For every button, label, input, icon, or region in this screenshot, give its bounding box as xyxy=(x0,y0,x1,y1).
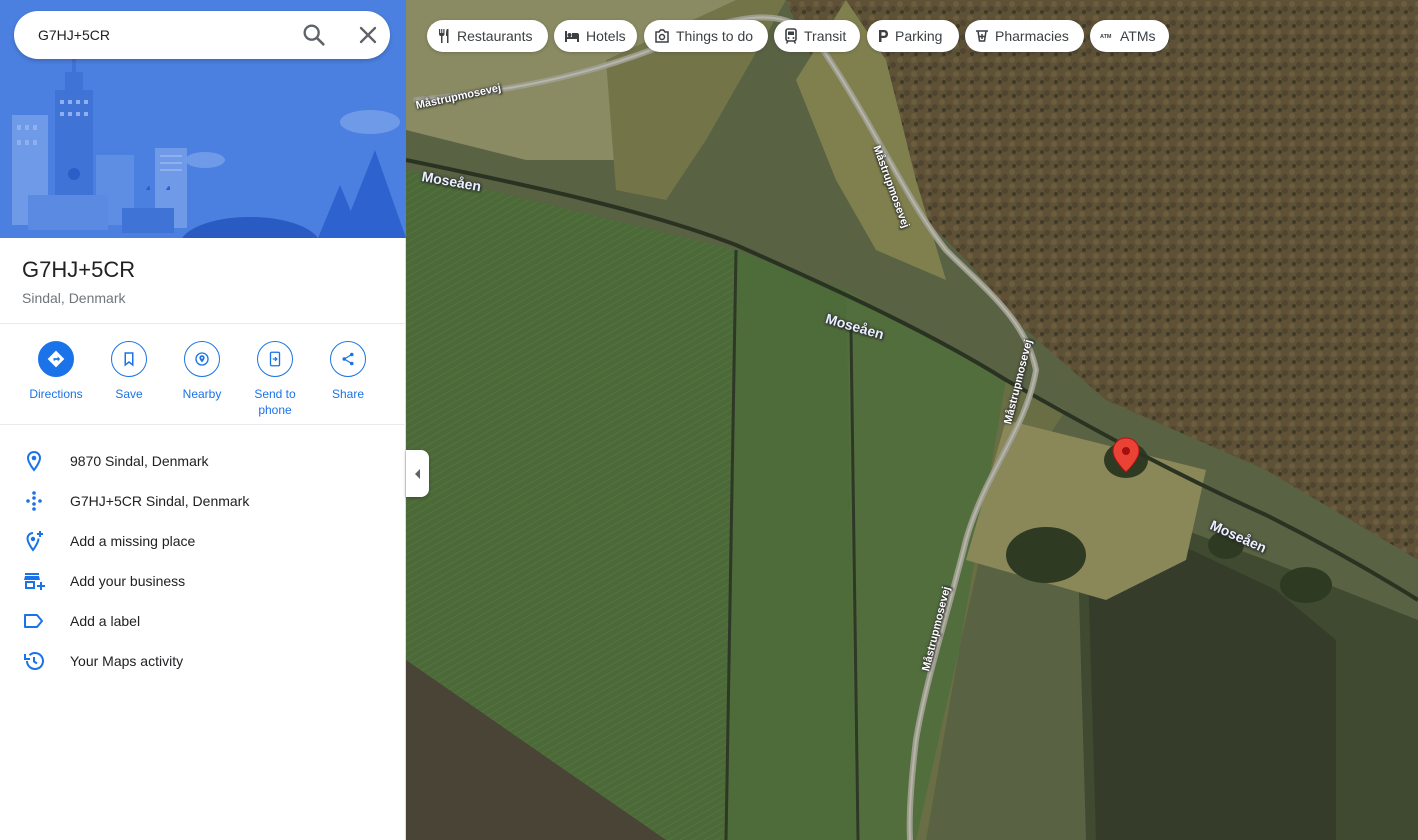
plus-code-text: G7HJ+5CR Sindal, Denmark xyxy=(70,493,250,509)
add-label-text: Add a label xyxy=(70,613,141,629)
satellite-map[interactable]: Måstrupmosevej Måstrupmosevej Måstrupmos… xyxy=(406,0,1418,840)
share-icon xyxy=(342,352,354,366)
share-button[interactable]: Share xyxy=(316,340,380,402)
chip-label: ATMs xyxy=(1120,28,1156,44)
label-icon xyxy=(24,614,43,628)
nearby-label: Nearby xyxy=(182,387,222,401)
directions-button[interactable]: Directions xyxy=(24,340,88,402)
add-missing-place-row[interactable]: Add a missing place xyxy=(0,521,406,561)
place-subtitle: Sindal, Denmark xyxy=(22,290,126,306)
camera-icon xyxy=(655,29,669,43)
satellite-imagery xyxy=(406,0,1418,840)
svg-text:ATM: ATM xyxy=(1100,34,1112,40)
pharmacy-icon xyxy=(976,30,988,42)
add-business-icon xyxy=(24,573,45,590)
save-button[interactable]: Save xyxy=(97,340,161,402)
chip-atms[interactable]: ATM ATMs xyxy=(1090,20,1169,52)
chip-hotels[interactable]: Hotels xyxy=(554,20,637,52)
place-title: G7HJ+5CR xyxy=(22,257,136,282)
maps-activity-text: Your Maps activity xyxy=(70,653,184,669)
divider xyxy=(0,323,406,324)
chip-label: Parking xyxy=(895,28,943,44)
chip-label: Hotels xyxy=(586,28,626,44)
chip-transit[interactable]: Transit xyxy=(774,20,860,52)
transit-icon xyxy=(785,28,797,44)
plus-code-row[interactable]: G7HJ+5CR Sindal, Denmark xyxy=(0,481,406,521)
directions-icon xyxy=(47,350,65,368)
chevron-left-icon xyxy=(414,468,420,479)
nearby-button[interactable]: Nearby xyxy=(170,340,234,402)
save-label: Save xyxy=(115,387,143,401)
restaurant-icon xyxy=(439,29,449,43)
add-place-icon xyxy=(26,531,43,552)
add-business-row[interactable]: Add your business xyxy=(0,561,406,601)
maps-activity-row[interactable]: Your Maps activity xyxy=(0,641,406,681)
chip-label: Things to do xyxy=(676,28,754,44)
address-row[interactable]: 9870 Sindal, Denmark xyxy=(0,441,406,481)
add-business-text: Add your business xyxy=(70,573,186,589)
search-button[interactable] xyxy=(300,21,328,49)
clear-search-button[interactable] xyxy=(354,21,382,49)
hotel-icon xyxy=(565,31,579,42)
add-label-row[interactable]: Add a label xyxy=(0,601,406,641)
chip-label: Restaurants xyxy=(457,28,533,44)
search-icon xyxy=(303,24,325,46)
divider xyxy=(0,424,406,425)
send-to-phone-button[interactable]: Send to phone xyxy=(243,340,307,418)
chip-parking[interactable]: Parking xyxy=(867,20,959,52)
send-to-phone-icon xyxy=(269,351,281,367)
parking-icon xyxy=(879,30,888,42)
collapse-panel-button[interactable] xyxy=(406,450,429,497)
chip-restaurants[interactable]: Restaurants xyxy=(427,20,548,52)
nearby-icon xyxy=(195,352,209,366)
send-to-phone-label: Send to phone xyxy=(254,387,296,417)
plus-code-icon xyxy=(26,491,42,511)
share-label: Share xyxy=(331,387,365,401)
history-icon xyxy=(24,652,44,670)
search-input[interactable] xyxy=(38,23,288,47)
chip-things-to-do[interactable]: Things to do xyxy=(644,20,768,52)
add-missing-place-text: Add a missing place xyxy=(70,533,196,549)
bookmark-icon xyxy=(124,352,134,367)
directions-label: Directions xyxy=(29,387,83,401)
chip-label: Pharmacies xyxy=(995,28,1069,44)
close-icon xyxy=(359,26,377,44)
place-panel: G7HJ+5CR Sindal, Denmark Directions Save xyxy=(0,0,406,840)
chip-pharmacies[interactable]: Pharmacies xyxy=(965,20,1084,52)
location-pin-icon xyxy=(26,450,42,472)
atm-icon: ATM xyxy=(1100,34,1112,40)
search-box xyxy=(14,11,390,59)
chip-label: Transit xyxy=(804,28,847,44)
address-text: 9870 Sindal, Denmark xyxy=(70,453,209,469)
